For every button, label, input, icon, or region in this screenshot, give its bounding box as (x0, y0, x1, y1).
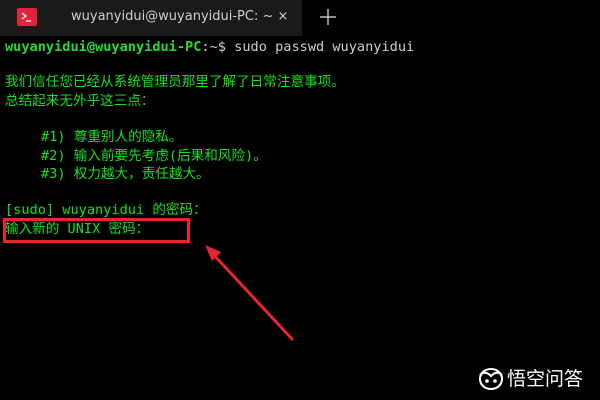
prompt-user-host: wuyanyidui@wuyanyidui-PC (5, 39, 202, 55)
lecture-rule-2: #2) 输入前要先考虑(后果和风险)。 (41, 148, 267, 164)
prompt-line: wuyanyidui@wuyanyidui-PC:~$ sudo passwd … (5, 37, 414, 57)
watermark-text: 悟空问答 (507, 368, 584, 390)
command-text: sudo passwd wuyanyidui (225, 39, 415, 55)
annotation-highlight-box (3, 218, 190, 243)
prompt-path: :~$ (201, 39, 226, 55)
lecture-rule-1: #1) 尊重别人的隐私。 (41, 129, 183, 145)
lecture-line-2: 总结起来无外乎这三点： (5, 93, 155, 109)
lecture-rule-3: #3) 权力越大，责任越大。 (41, 166, 210, 182)
tab-bar: wuyanyidui@wuyanyidui-PC: ~ × (0, 0, 600, 36)
tab-close-button[interactable]: × (275, 7, 291, 27)
lecture-line-1: 我们信任您已经从系统管理员那里了解了日常注意事项。 (5, 74, 345, 90)
terminal-icon (17, 8, 37, 26)
plus-icon (320, 9, 336, 25)
tab-title: wuyanyidui@wuyanyidui-PC: ~ (71, 9, 274, 24)
terminal-window: wuyanyidui@wuyanyidui-PC: ~ × wuyanyidui… (0, 0, 600, 400)
watermark: 悟空问答 (478, 366, 596, 392)
wukong-logo-icon (478, 367, 504, 391)
tab-active[interactable]: wuyanyidui@wuyanyidui-PC: ~ × (0, 0, 302, 36)
sudo-password-prompt: [sudo] wuyanyidui 的密码： (5, 202, 207, 218)
new-tab-button[interactable] (316, 4, 340, 30)
